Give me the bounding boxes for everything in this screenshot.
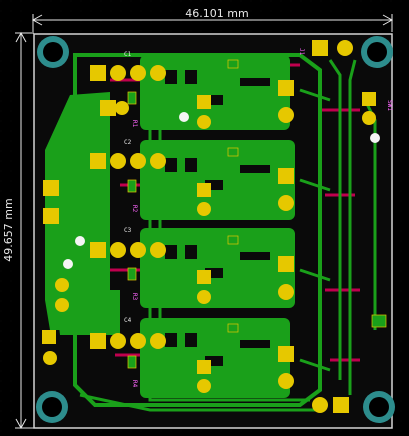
mount-hole-top-left: [37, 36, 69, 68]
pcb-layout-view: 46.101 mm 49.657 mm C1 C2 C3 C4 R1 R2 R3…: [0, 0, 409, 436]
label-R4: R4: [131, 380, 138, 388]
label-C4: C4: [124, 317, 132, 324]
label-C2: C2: [124, 139, 132, 146]
label-C3: C3: [124, 227, 132, 234]
mount-hole-bottom-right: [363, 391, 395, 423]
label-R3: R3: [131, 293, 138, 301]
label-R2: R2: [131, 205, 138, 213]
mount-hole-bottom-left: [36, 391, 68, 423]
mount-hole-top-right: [361, 36, 393, 68]
height-dimension-label: 49.657 mm: [2, 198, 15, 261]
width-dimension-label: 46.101 mm: [185, 7, 248, 20]
label-SW1: SW1: [386, 100, 393, 111]
label-J1: J1: [298, 48, 305, 56]
label-C1: C1: [124, 51, 132, 58]
label-R1: R1: [131, 120, 138, 128]
